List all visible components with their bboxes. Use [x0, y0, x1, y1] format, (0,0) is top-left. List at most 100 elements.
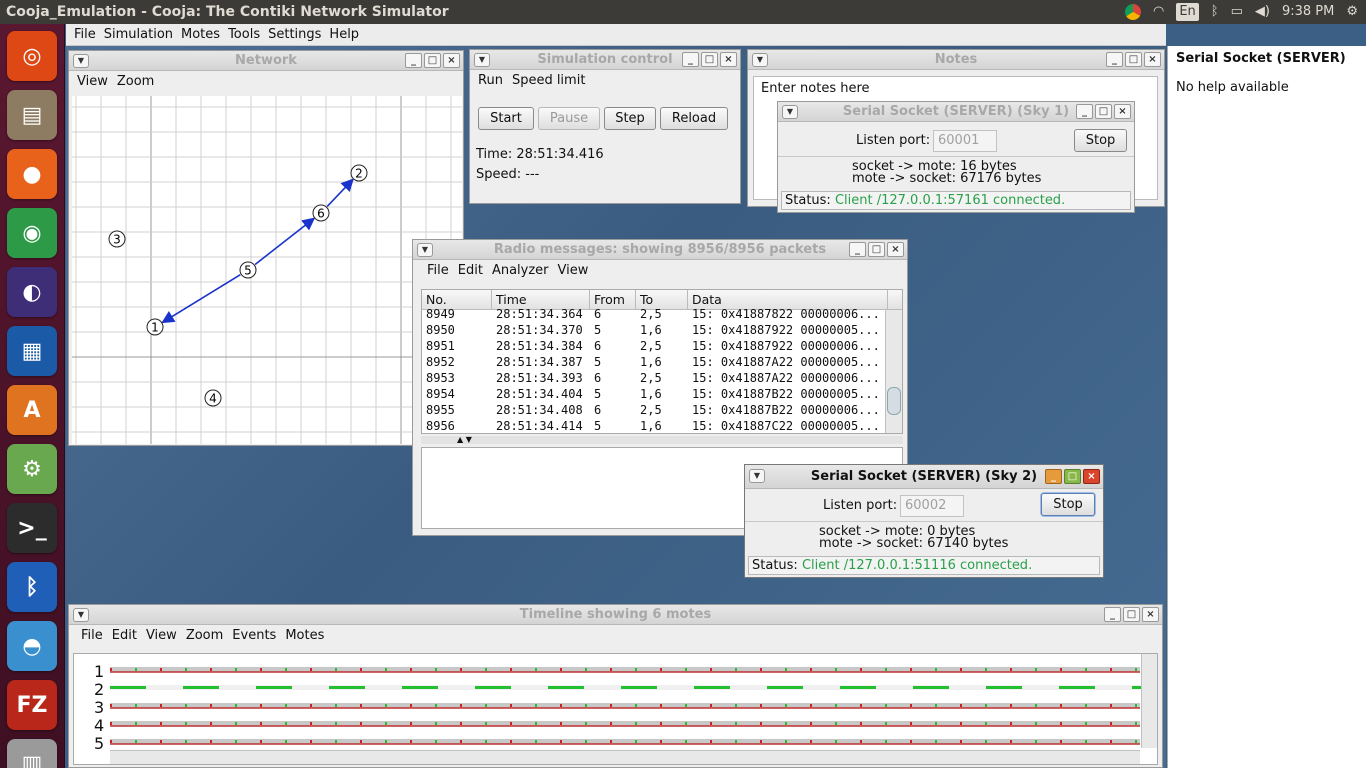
sock1-stop-button[interactable]: Stop [1074, 129, 1127, 152]
ubuntu-icon[interactable]: ◎ [7, 31, 57, 81]
timeline-mote-label[interactable]: 1 [94, 663, 104, 681]
network-canvas[interactable]: 1 2 3 4 5 6 [72, 96, 462, 444]
sock2-stop-button[interactable]: Stop [1041, 493, 1095, 516]
table-row[interactable]: 8953 28:51:34.393 6 2,5 15: 0x41887A22 00000… [422, 370, 888, 386]
table-row[interactable]: 8954 28:51:34.404 5 1,6 15: 0x41887B22 00000… [422, 386, 888, 402]
filezilla-icon[interactable]: FZ [7, 680, 57, 730]
window-menu-icon[interactable]: ▼ [749, 469, 765, 483]
minimize-icon[interactable]: _ [1076, 104, 1093, 119]
timeline-mote-label[interactable]: 2 [94, 681, 104, 699]
timeline-menu-motes[interactable]: Motes [285, 625, 324, 647]
wireshark-icon[interactable]: ◓ [7, 621, 57, 671]
archive-icon[interactable]: ▥ [7, 739, 57, 768]
window-menu-icon[interactable]: ▼ [417, 243, 433, 257]
maximize-icon[interactable]: □ [424, 53, 441, 68]
table-row[interactable]: 8956 28:51:34.414 5 1,6 15: 0x41887C22 00000… [422, 418, 888, 433]
radio-titlebar[interactable]: ▼ Radio messages: showing 8956/8956 pack… [413, 240, 907, 260]
network-menu-zoom[interactable]: Zoom [117, 71, 154, 93]
network-menu-view[interactable]: View [77, 71, 108, 93]
window-menu-icon[interactable]: ▼ [752, 53, 768, 67]
android-studio-icon[interactable]: ⚙ [7, 444, 57, 494]
timeline-mote-label[interactable]: 3 [94, 699, 104, 717]
main-menu-help[interactable]: Help [329, 24, 359, 45]
minimize-icon[interactable]: _ [849, 242, 866, 257]
eclipse-icon[interactable]: ◐ [7, 267, 57, 317]
main-menu-settings[interactable]: Settings [268, 24, 321, 45]
window-menu-icon[interactable]: ▼ [73, 608, 89, 622]
minimize-icon[interactable]: _ [1104, 607, 1121, 622]
main-menu-file[interactable]: File [74, 24, 96, 45]
timeline-menu-zoom[interactable]: Zoom [186, 625, 223, 647]
step-button[interactable]: Step [604, 107, 656, 130]
notes-titlebar[interactable]: ▼ Notes _ □ × [748, 50, 1164, 70]
sock2-port-input[interactable]: 60002 [900, 495, 964, 517]
reload-button[interactable]: Reload [660, 107, 728, 130]
radio-table[interactable]: No. Time From To Data 8949 28:51:34.364 6 2,5 15… [421, 289, 903, 434]
close-icon[interactable]: × [1144, 52, 1161, 67]
table-row[interactable]: 8950 28:51:34.370 5 1,6 15: 0x41887922 00000… [422, 322, 888, 338]
minimize-icon[interactable]: _ [405, 53, 422, 68]
table-row[interactable]: 8955 28:51:34.408 6 2,5 15: 0x41887B22 00000… [422, 402, 888, 418]
clock[interactable]: 9:38 PM [1282, 0, 1334, 24]
main-menu-motes[interactable]: Motes [181, 24, 220, 45]
table-row[interactable]: 8951 28:51:34.384 6 2,5 15: 0x41887922 00000… [422, 338, 888, 354]
start-button[interactable]: Start [478, 107, 534, 130]
volume-icon[interactable]: ◀) [1255, 0, 1270, 24]
main-menu-tools[interactable]: Tools [228, 24, 260, 45]
table-row[interactable]: 8952 28:51:34.387 5 1,6 15: 0x41887A22 00000… [422, 354, 888, 370]
close-icon[interactable]: × [1083, 469, 1100, 484]
simcontrol-titlebar[interactable]: ▼ Simulation control _ □ × [470, 50, 740, 70]
timeline-menu-edit[interactable]: Edit [112, 625, 137, 647]
bluetooth-tray-icon[interactable]: ᛒ [1211, 0, 1219, 24]
battery-icon[interactable]: ▭ [1231, 0, 1243, 24]
timeline-menu-file[interactable]: File [81, 625, 103, 647]
timeline-mote-label[interactable]: 4 [94, 717, 104, 735]
sock2-titlebar[interactable]: ▼ Serial Socket (SERVER) (Sky 2) _ □ × [745, 465, 1103, 489]
timeline-menu-view[interactable]: View [146, 625, 177, 647]
radio-menu-edit[interactable]: Edit [458, 260, 483, 282]
maximize-icon[interactable]: □ [701, 52, 718, 67]
maximize-icon[interactable]: □ [1064, 469, 1081, 484]
timeline-menu-events[interactable]: Events [232, 625, 276, 647]
simcontrol-menu-run[interactable]: Run [478, 70, 503, 92]
close-icon[interactable]: × [1114, 104, 1131, 119]
radio-menu-file[interactable]: File [427, 260, 449, 282]
close-icon[interactable]: × [720, 52, 737, 67]
bluetooth-icon[interactable]: ᛒ [7, 562, 57, 612]
timeline-hscroll[interactable] [110, 750, 1140, 764]
writer-icon[interactable]: ▦ [7, 326, 57, 376]
sock1-titlebar[interactable]: ▼ Serial Socket (SERVER) (Sky 1) _ □ × [778, 102, 1134, 122]
sock1-port-input[interactable]: 60001 [933, 130, 997, 152]
simcontrol-menu-speed-limit[interactable]: Speed limit [512, 70, 585, 92]
radio-menu-analyzer[interactable]: Analyzer [492, 260, 549, 282]
main-menu-simulation[interactable]: Simulation [104, 24, 173, 45]
minimize-icon[interactable]: _ [1106, 52, 1123, 67]
maximize-icon[interactable]: □ [1125, 52, 1142, 67]
gear-icon[interactable]: ⚙ [1346, 0, 1358, 24]
close-icon[interactable]: × [887, 242, 904, 257]
minimize-icon[interactable]: _ [682, 52, 699, 67]
keyboard-layout-indicator[interactable]: En [1176, 3, 1199, 21]
terminal-icon[interactable]: >_ [7, 503, 57, 553]
maximize-icon[interactable]: □ [1123, 607, 1140, 622]
wifi-icon[interactable]: ◠ [1153, 0, 1164, 24]
firefox-icon[interactable]: ● [7, 149, 57, 199]
minimize-icon[interactable]: _ [1045, 469, 1062, 484]
close-icon[interactable]: × [1142, 607, 1159, 622]
window-menu-icon[interactable]: ▼ [73, 54, 89, 68]
maximize-icon[interactable]: □ [868, 242, 885, 257]
pause-button[interactable]: Pause [538, 107, 600, 130]
window-menu-icon[interactable]: ▼ [782, 105, 798, 119]
timeline-mote-label[interactable]: 5 [94, 735, 104, 753]
window-menu-icon[interactable]: ▼ [474, 53, 490, 67]
files-icon[interactable]: ▤ [7, 90, 57, 140]
timeline-vscroll[interactable] [1141, 654, 1157, 748]
close-icon[interactable]: × [443, 53, 460, 68]
radio-scrollbar[interactable] [885, 310, 902, 433]
network-titlebar[interactable]: ▼ Network _ □ × [69, 51, 463, 71]
chrome-tray-icon[interactable] [1124, 4, 1141, 20]
software-center-icon[interactable]: A [7, 385, 57, 435]
timeline-canvas[interactable]: 12345 [73, 653, 1158, 765]
chrome-icon[interactable]: ◉ [7, 208, 57, 258]
maximize-icon[interactable]: □ [1095, 104, 1112, 119]
